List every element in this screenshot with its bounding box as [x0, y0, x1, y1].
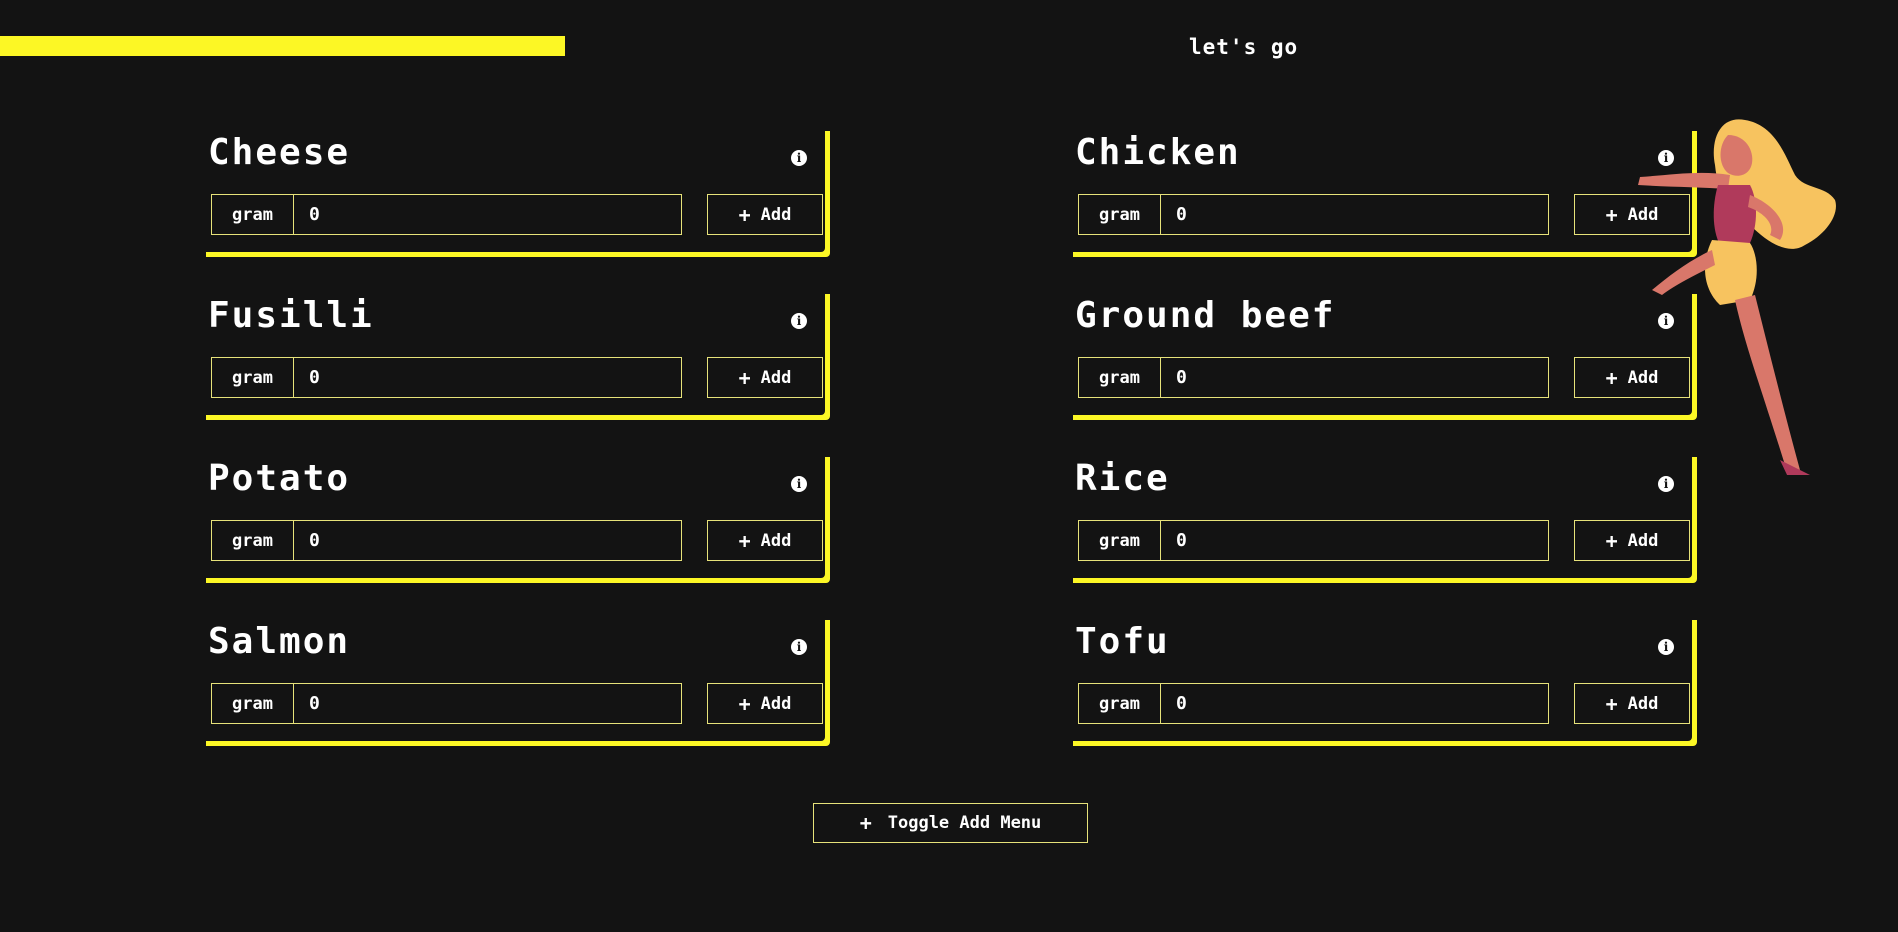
- add-button-label: Add: [760, 204, 792, 225]
- plus-icon: +: [738, 202, 751, 227]
- progress-bar: [0, 36, 1140, 56]
- info-icon[interactable]: i: [1658, 313, 1674, 329]
- amount-input[interactable]: [1161, 521, 1548, 560]
- food-card: Ground beef i gram + Add: [1068, 289, 1692, 415]
- food-name: Fusilli: [208, 295, 374, 336]
- toggle-add-menu-label: Toggle Add Menu: [887, 813, 1042, 833]
- info-icon[interactable]: i: [1658, 150, 1674, 166]
- plus-icon: +: [1605, 528, 1618, 553]
- plus-icon: +: [1605, 365, 1618, 390]
- progress-fill: [0, 36, 566, 56]
- food-name: Chicken: [1075, 132, 1241, 173]
- amount-input-group: gram: [211, 357, 682, 398]
- amount-input[interactable]: [294, 684, 681, 723]
- info-icon[interactable]: i: [1658, 639, 1674, 655]
- add-button-label: Add: [1627, 204, 1659, 225]
- food-card: Rice i gram + Add: [1068, 452, 1692, 578]
- add-button[interactable]: + Add: [1574, 357, 1690, 398]
- amount-input[interactable]: [1161, 684, 1548, 723]
- food-name: Ground beef: [1075, 295, 1336, 336]
- food-card: Tofu i gram + Add: [1068, 615, 1692, 741]
- food-card: Cheese i gram + Add: [201, 126, 825, 252]
- plus-icon: +: [1605, 202, 1618, 227]
- add-button[interactable]: + Add: [707, 520, 823, 561]
- plus-icon: +: [738, 365, 751, 390]
- unit-label: gram: [212, 195, 294, 234]
- food-card: Potato i gram + Add: [201, 452, 825, 578]
- amount-input[interactable]: [294, 195, 681, 234]
- amount-input[interactable]: [1161, 358, 1548, 397]
- food-name: Salmon: [208, 621, 351, 662]
- toggle-add-menu-button[interactable]: + Toggle Add Menu: [813, 803, 1088, 843]
- food-name: Tofu: [1075, 621, 1170, 662]
- amount-input-group: gram: [211, 683, 682, 724]
- amount-input[interactable]: [294, 521, 681, 560]
- info-icon[interactable]: i: [791, 639, 807, 655]
- info-icon[interactable]: i: [1658, 476, 1674, 492]
- add-button-label: Add: [1627, 367, 1659, 388]
- info-icon[interactable]: i: [791, 476, 807, 492]
- unit-label: gram: [1079, 521, 1161, 560]
- unit-label: gram: [212, 358, 294, 397]
- add-button[interactable]: + Add: [707, 357, 823, 398]
- add-button-label: Add: [1627, 530, 1659, 551]
- unit-label: gram: [1079, 358, 1161, 397]
- food-card: Fusilli i gram + Add: [201, 289, 825, 415]
- food-name: Cheese: [208, 132, 351, 173]
- amount-input-group: gram: [1078, 194, 1549, 235]
- amount-input-group: gram: [1078, 520, 1549, 561]
- add-button[interactable]: + Add: [707, 683, 823, 724]
- unit-label: gram: [1079, 195, 1161, 234]
- amount-input-group: gram: [1078, 683, 1549, 724]
- food-name: Potato: [208, 458, 351, 499]
- plus-icon: +: [859, 811, 872, 835]
- add-button[interactable]: + Add: [1574, 683, 1690, 724]
- unit-label: gram: [1079, 684, 1161, 723]
- food-name: Rice: [1075, 458, 1170, 499]
- add-button-label: Add: [760, 367, 792, 388]
- add-button[interactable]: + Add: [707, 194, 823, 235]
- add-button-label: Add: [1627, 693, 1659, 714]
- food-card: Salmon i gram + Add: [201, 615, 825, 741]
- plus-icon: +: [738, 691, 751, 716]
- add-button-label: Add: [760, 693, 792, 714]
- add-button[interactable]: + Add: [1574, 194, 1690, 235]
- food-card: Chicken i gram + Add: [1068, 126, 1692, 252]
- add-button-label: Add: [760, 530, 792, 551]
- add-button[interactable]: + Add: [1574, 520, 1690, 561]
- amount-input[interactable]: [1161, 195, 1548, 234]
- info-icon[interactable]: i: [791, 150, 807, 166]
- plus-icon: +: [1605, 691, 1618, 716]
- amount-input[interactable]: [294, 358, 681, 397]
- plus-icon: +: [738, 528, 751, 553]
- amount-input-group: gram: [211, 194, 682, 235]
- info-icon[interactable]: i: [791, 313, 807, 329]
- amount-input-group: gram: [211, 520, 682, 561]
- unit-label: gram: [212, 521, 294, 560]
- progress-label: let's go: [1189, 35, 1299, 59]
- unit-label: gram: [212, 684, 294, 723]
- amount-input-group: gram: [1078, 357, 1549, 398]
